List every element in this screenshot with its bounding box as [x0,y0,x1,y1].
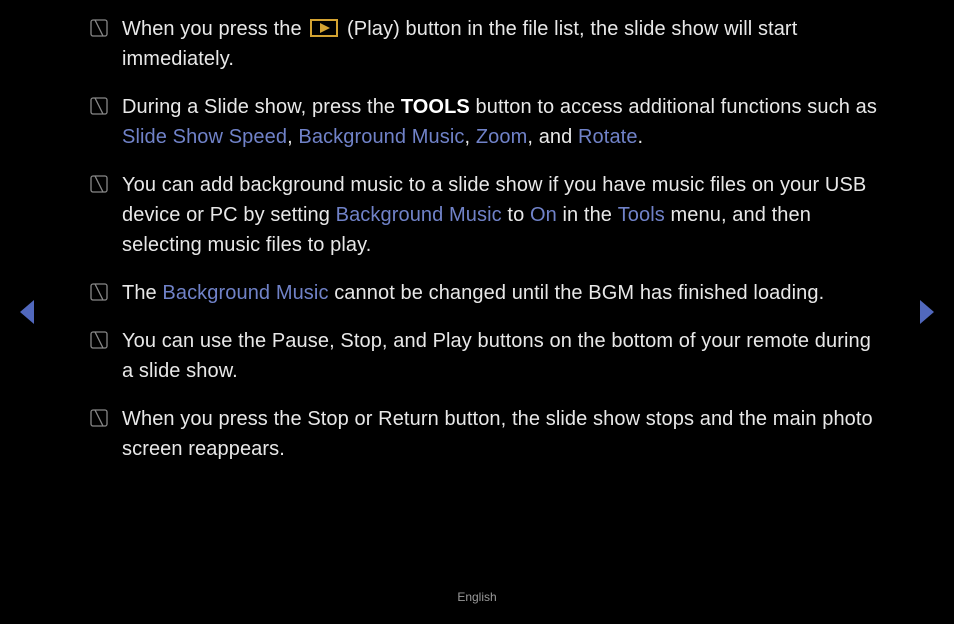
text-fragment: (Play) [347,18,400,40]
text-fragment: , [465,126,476,148]
note-text: You can use the Pause, Stop, and Play bu… [122,326,882,386]
note-text: The Background Music cannot be changed u… [122,278,882,308]
note-item: During a Slide show, press the TOOLS but… [90,92,882,152]
highlight-background-music: Background Music [336,204,502,226]
note-item: The Background Music cannot be changed u… [90,278,882,308]
content-area: When you press the (Play) button in the … [0,0,954,464]
note-text: When you press the (Play) button in the … [122,14,882,74]
note-icon [90,409,108,427]
note-icon [90,97,108,115]
note-icon [90,283,108,301]
note-text: You can add background music to a slide … [122,170,882,260]
text-fragment: , [287,126,298,148]
tools-label: TOOLS [401,96,470,118]
text-fragment: cannot be changed until the BGM has fini… [329,282,825,304]
note-item: You can use the Pause, Stop, and Play bu… [90,326,882,386]
highlight-rotate: Rotate [578,126,638,148]
nav-prev-button[interactable] [16,298,40,326]
highlight-background-music: Background Music [162,282,328,304]
text-fragment: During a Slide show, press the [122,96,401,118]
note-item: When you press the Stop or Return button… [90,404,882,464]
text-fragment: , and [527,126,578,148]
note-icon [90,19,108,37]
text-fragment: in the [557,204,618,226]
highlight-zoom: Zoom [476,126,528,148]
text-fragment: button to access additional functions su… [470,96,877,118]
highlight-slide-show-speed: Slide Show Speed [122,126,287,148]
text-fragment: . [638,126,644,148]
note-icon [90,331,108,349]
note-text: During a Slide show, press the TOOLS but… [122,92,882,152]
text-fragment: The [122,282,162,304]
note-text: When you press the Stop or Return button… [122,404,882,464]
highlight-on: On [530,204,557,226]
note-item: When you press the (Play) button in the … [90,14,882,74]
note-item: You can add background music to a slide … [90,170,882,260]
highlight-background-music: Background Music [298,126,464,148]
footer-language: English [0,590,954,604]
text-fragment: to [502,204,530,226]
highlight-tools: Tools [618,204,665,226]
play-icon [310,19,338,37]
text-fragment: When you press the [122,18,307,40]
nav-next-button[interactable] [914,298,938,326]
note-icon [90,175,108,193]
